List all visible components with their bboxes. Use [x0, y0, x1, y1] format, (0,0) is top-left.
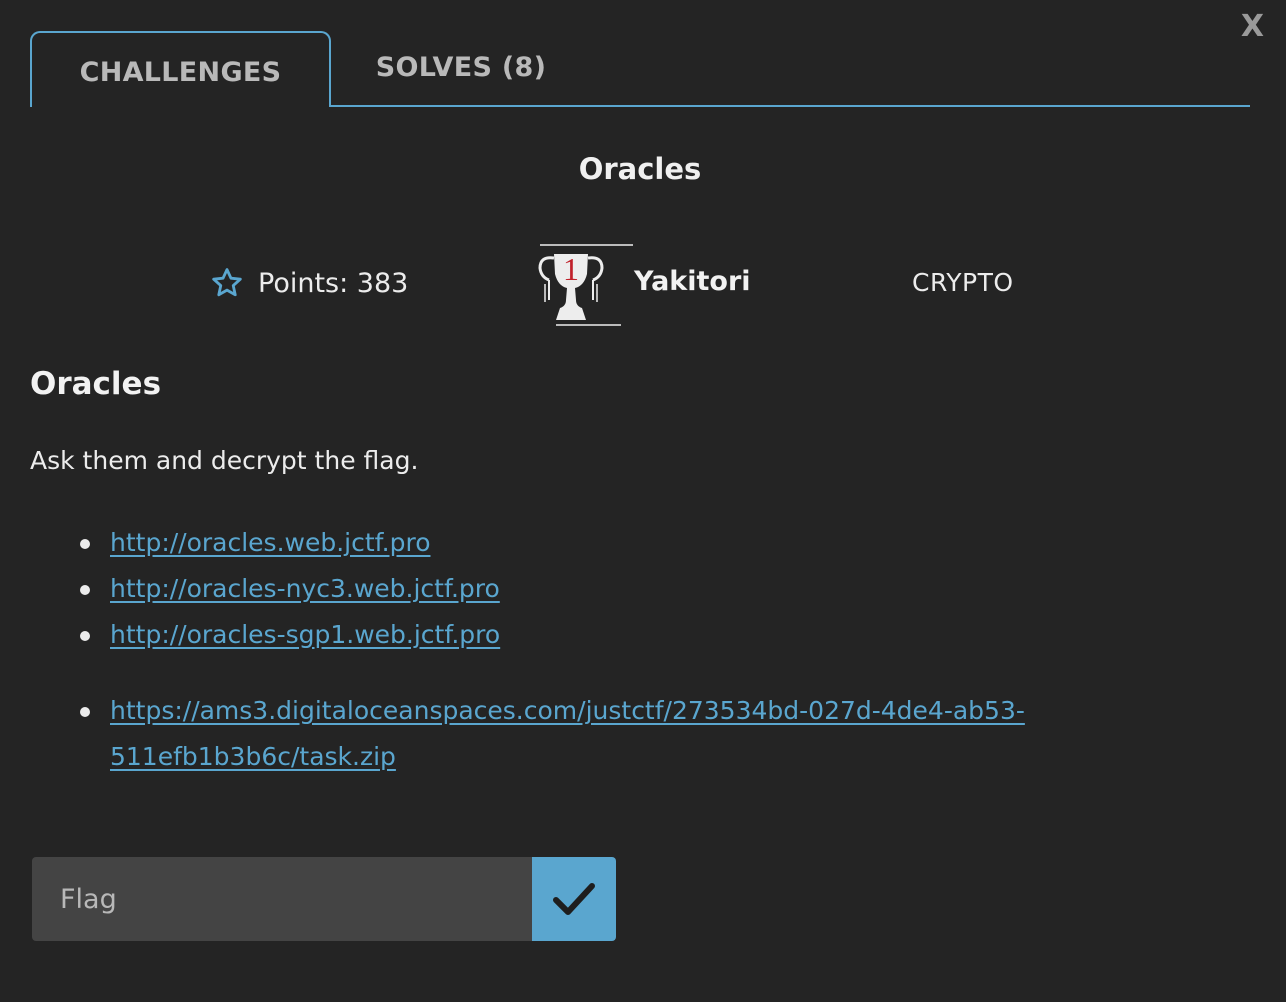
- checkmark-icon: [553, 883, 595, 915]
- link-oracles-sgp1[interactable]: http://oracles-sgp1.web.jctf.pro: [110, 620, 500, 649]
- list-item: https://ams3.digitaloceanspaces.com/just…: [80, 688, 1230, 780]
- link-oracles-web[interactable]: http://oracles.web.jctf.pro: [110, 528, 430, 557]
- submit-flag-button[interactable]: [532, 857, 616, 941]
- tab-challenges[interactable]: CHALLENGES: [30, 31, 331, 107]
- challenge-title: Oracles: [578, 152, 702, 186]
- link-oracles-nyc3[interactable]: http://oracles-nyc3.web.jctf.pro: [110, 574, 500, 603]
- link-task-zip[interactable]: https://ams3.digitaloceanspaces.com/just…: [110, 696, 1025, 771]
- description-text: Ask them and decrypt the flag.: [30, 446, 419, 475]
- points-info: Points: 383: [210, 266, 408, 300]
- flag-form: [32, 857, 616, 941]
- list-item: http://oracles.web.jctf.pro: [80, 520, 1230, 566]
- description-heading: Oracles: [30, 366, 162, 402]
- challenge-meta: Points: 383 1 Yakitori CRYPTO: [0, 244, 1286, 326]
- tab-solves[interactable]: SOLVES (8): [350, 29, 572, 105]
- challenge-links: http://oracles.web.jctf.pro http://oracl…: [80, 520, 1230, 780]
- list-item: http://oracles-sgp1.web.jctf.pro: [80, 612, 1230, 658]
- first-blood-badge: 1: [536, 244, 636, 326]
- points-label: Points: 383: [258, 267, 409, 299]
- first-blood-rank: 1: [563, 251, 579, 287]
- list-item: http://oracles-nyc3.web.jctf.pro: [80, 566, 1230, 612]
- flag-input[interactable]: [32, 857, 532, 941]
- challenge-modal: X CHALLENGES SOLVES (8) Oracles Points: …: [0, 0, 1286, 1002]
- tab-bar: CHALLENGES SOLVES (8): [30, 31, 1250, 107]
- first-blood-team: Yakitori: [634, 266, 751, 297]
- category-label: CRYPTO: [912, 268, 1014, 297]
- star-outline-icon: [212, 268, 242, 297]
- trophy-icon: 1: [538, 244, 633, 326]
